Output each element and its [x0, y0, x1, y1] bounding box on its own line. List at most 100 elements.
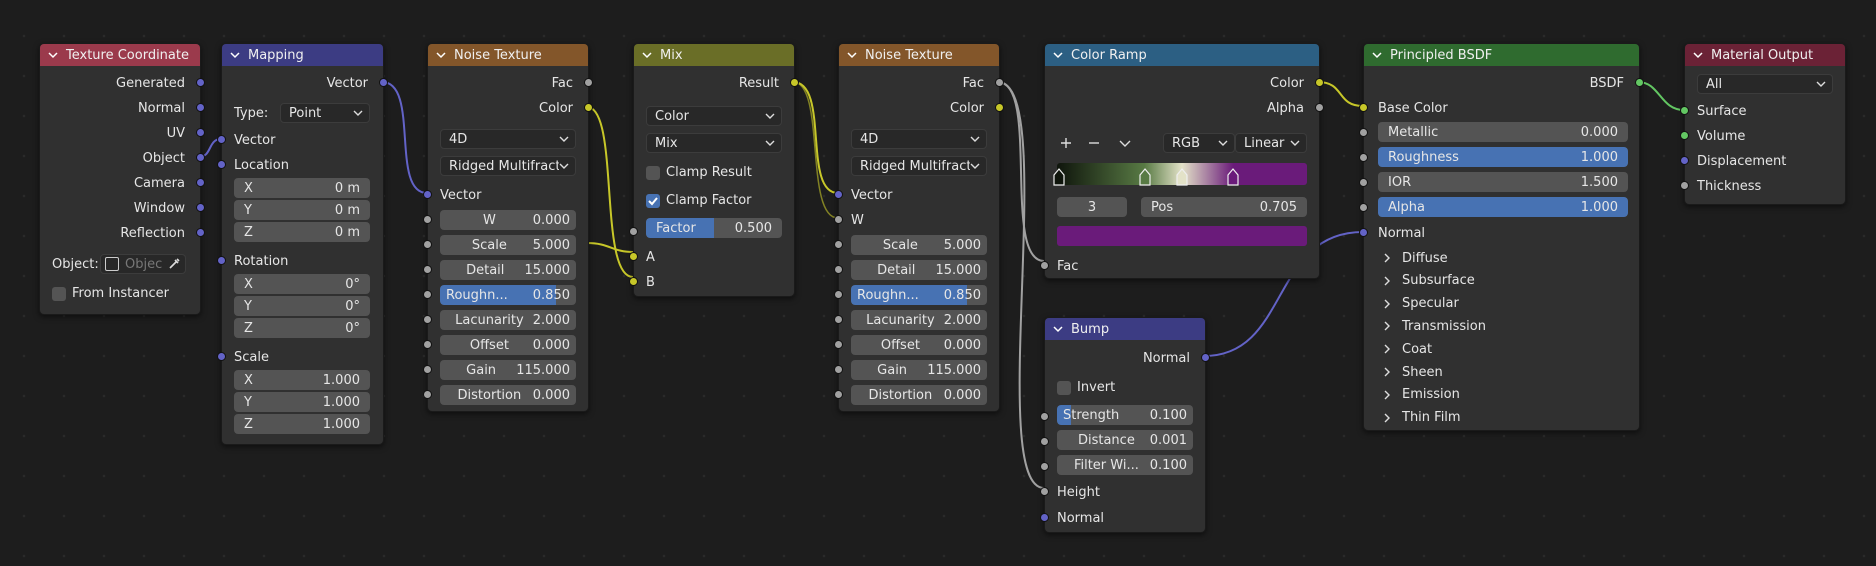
socket[interactable] [584, 78, 593, 87]
socket[interactable] [196, 203, 205, 212]
socket[interactable] [1315, 103, 1324, 112]
node-header[interactable]: Mix [634, 44, 794, 66]
socket[interactable] [1040, 437, 1049, 446]
detail-field[interactable]: Detail 15.000 [440, 260, 576, 280]
node-principled-bsdf[interactable]: Principled BSDF BSDF Base Color Metallic… [1359, 43, 1644, 431]
chevron-down-icon[interactable] [1053, 50, 1063, 60]
plus-icon[interactable] [1059, 136, 1073, 150]
metallic-field[interactable]: Metallic 0.000 [1378, 122, 1628, 142]
socket[interactable] [423, 265, 432, 274]
type-dropdown[interactable]: Point [280, 103, 370, 123]
panel-diffuse[interactable]: Diffuse [1382, 249, 1448, 267]
node-material-output[interactable]: Material Output All Surface Volume Displ… [1680, 43, 1846, 205]
stop-color-swatch[interactable] [1057, 226, 1307, 246]
stop-index-field[interactable]: 3 [1057, 197, 1127, 217]
socket[interactable] [217, 160, 226, 169]
scale-y-field[interactable]: Y 1.000 [234, 392, 370, 412]
gain-field[interactable]: Gain 115.000 [440, 360, 576, 380]
alpha-slider[interactable]: Alpha 1.000 [1378, 197, 1628, 217]
gain-field[interactable]: Gain 115.000 [851, 360, 987, 380]
dimensions-dropdown[interactable]: 4D [440, 129, 576, 149]
socket[interactable] [629, 227, 638, 236]
ramp-stop-marker[interactable] [1226, 168, 1240, 190]
pos-field[interactable]: Pos 0.705 [1141, 197, 1307, 217]
socket[interactable] [379, 78, 388, 87]
socket[interactable] [217, 256, 226, 265]
socket[interactable] [1680, 131, 1689, 140]
rotation-x-field[interactable]: X 0° [234, 274, 370, 294]
node-header[interactable]: Principled BSDF [1364, 44, 1639, 66]
socket[interactable] [834, 365, 843, 374]
node-header[interactable]: Material Output [1685, 44, 1845, 66]
filter-width-field[interactable]: Filter Wi... 0.100 [1057, 455, 1193, 475]
socket[interactable] [196, 78, 205, 87]
socket[interactable] [834, 390, 843, 399]
chevron-down-icon[interactable] [847, 50, 857, 60]
node-noise-texture-2[interactable]: Noise Texture Fac Color 4D Ridged Multif… [834, 43, 1004, 412]
socket[interactable] [217, 135, 226, 144]
clamp-factor-checkbox[interactable] [646, 194, 660, 208]
socket[interactable] [790, 78, 799, 87]
ramp-stop-marker[interactable] [1052, 168, 1066, 190]
socket[interactable] [1315, 78, 1324, 87]
socket[interactable] [1635, 78, 1644, 87]
socket[interactable] [423, 215, 432, 224]
node-header[interactable]: Bump [1045, 318, 1205, 340]
offset-field[interactable]: Offset 0.000 [851, 335, 987, 355]
chevron-down-icon[interactable] [230, 50, 240, 60]
panel-transmission[interactable]: Transmission [1382, 317, 1486, 335]
socket[interactable] [423, 390, 432, 399]
distortion-field[interactable]: Distortion 0.000 [851, 385, 987, 405]
location-z-field[interactable]: Z 0 m [234, 222, 370, 242]
data-type-dropdown[interactable]: Color [646, 106, 782, 126]
clamp-result-checkbox[interactable] [646, 166, 660, 180]
offset-field[interactable]: Offset 0.000 [440, 335, 576, 355]
lacunarity-field[interactable]: Lacunarity 2.000 [851, 310, 987, 330]
node-header[interactable]: Texture Coordinate [40, 44, 200, 66]
node-header[interactable]: Noise Texture [839, 44, 999, 66]
socket[interactable] [1040, 487, 1049, 496]
socket[interactable] [423, 290, 432, 299]
rotation-z-field[interactable]: Z 0° [234, 318, 370, 338]
socket[interactable] [1359, 128, 1368, 137]
socket[interactable] [629, 277, 638, 286]
object-field[interactable]: Objec [100, 254, 186, 274]
socket[interactable] [834, 190, 843, 199]
blend-mode-dropdown[interactable]: Mix [646, 133, 782, 153]
socket[interactable] [423, 365, 432, 374]
node-mix[interactable]: Mix Result Color Mix Clamp Result Clamp … [629, 43, 799, 297]
scale-field[interactable]: Scale 5.000 [851, 235, 987, 255]
roughness-slider[interactable]: Roughn... 0.850 [440, 285, 576, 305]
node-header[interactable]: Mapping [222, 44, 383, 66]
socket[interactable] [423, 340, 432, 349]
panel-subsurface[interactable]: Subsurface [1382, 272, 1475, 290]
minus-icon[interactable] [1087, 136, 1101, 150]
socket[interactable] [1040, 412, 1049, 421]
chevron-down-icon[interactable] [48, 50, 58, 60]
panel-specular[interactable]: Specular [1382, 295, 1459, 313]
color-mode-dropdown[interactable]: RGB [1163, 133, 1235, 153]
chevron-down-icon[interactable] [436, 50, 446, 60]
invert-checkbox[interactable] [1057, 381, 1071, 395]
panel-thin-film[interactable]: Thin Film [1382, 409, 1461, 427]
socket[interactable] [1359, 228, 1368, 237]
location-y-field[interactable]: Y 0 m [234, 200, 370, 220]
chevron-down-icon[interactable] [642, 50, 652, 60]
detail-field[interactable]: Detail 15.000 [851, 260, 987, 280]
socket[interactable] [834, 315, 843, 324]
eyedropper-icon[interactable] [167, 257, 181, 271]
socket[interactable] [629, 252, 638, 261]
socket[interactable] [1680, 106, 1689, 115]
socket[interactable] [1359, 178, 1368, 187]
node-mapping[interactable]: Mapping Vector Type: Point Vector Locati… [217, 43, 388, 445]
scale-x-field[interactable]: X 1.000 [234, 370, 370, 390]
strength-slider[interactable]: Strength 0.100 [1057, 405, 1193, 425]
socket[interactable] [834, 240, 843, 249]
socket[interactable] [1201, 353, 1210, 362]
from-instancer-checkbox[interactable] [52, 287, 66, 301]
socket[interactable] [1359, 203, 1368, 212]
panel-emission[interactable]: Emission [1382, 386, 1460, 404]
rotation-y-field[interactable]: Y 0° [234, 296, 370, 316]
lacunarity-field[interactable]: Lacunarity 2.000 [440, 310, 576, 330]
noise-type-dropdown[interactable]: Ridged Multifractal [851, 156, 987, 176]
